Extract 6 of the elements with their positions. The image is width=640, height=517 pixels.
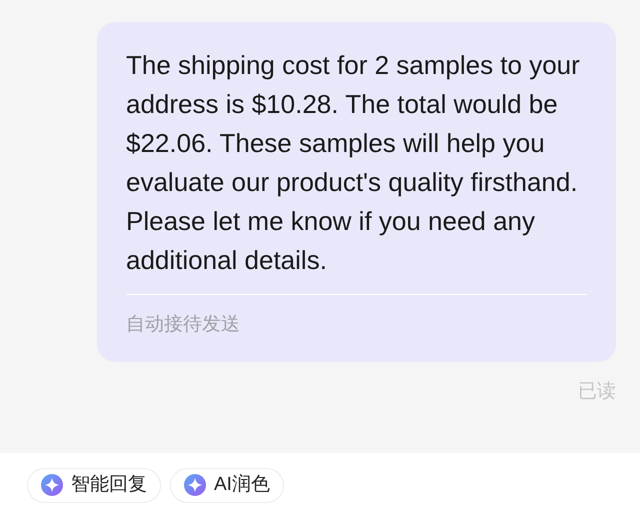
sparkle-icon bbox=[41, 474, 63, 496]
ai-action-chip[interactable]: 智能回复 bbox=[27, 468, 161, 502]
auto-reply-label: 自动接待发送 bbox=[126, 314, 240, 335]
ai-action-chip[interactable]: AI润色 bbox=[170, 468, 284, 502]
message-text: The shipping cost for 2 samples to your address is $10.28. The total would be $22.06. These samples will help you evaluate our product's quality firsthand. Please let me know if you need any additional details. bbox=[126, 49, 581, 277]
sparkle-icon bbox=[184, 474, 206, 496]
